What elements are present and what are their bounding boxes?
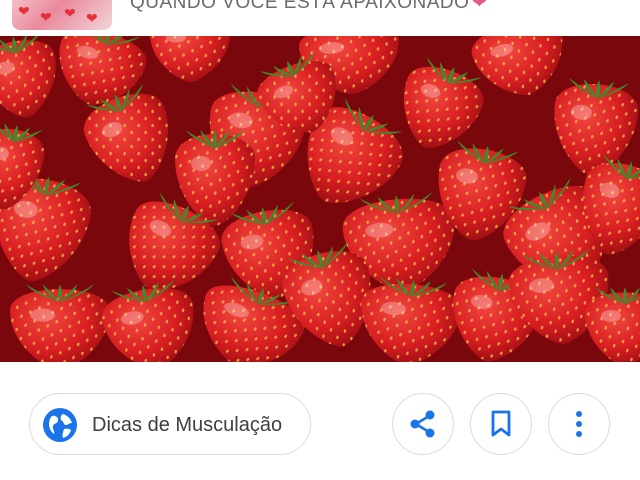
bookmark-icon	[491, 410, 511, 437]
strawberries-image	[0, 36, 640, 362]
heart-icon: ❤	[64, 5, 76, 21]
share-button[interactable]	[392, 393, 454, 455]
more-vert-icon	[576, 411, 582, 437]
more-options-button[interactable]	[548, 393, 610, 455]
post-image[interactable]	[0, 36, 640, 362]
bookmark-button[interactable]	[470, 393, 532, 455]
post-title: QUANDO VOCÊ ESTÁ APAIXONADO ❤	[130, 0, 488, 14]
post-header: ❤ ❤ ❤ ❤ QUANDO VOCÊ ESTÁ APAIXONADO ❤	[0, 0, 640, 36]
source-chip[interactable]: Dicas de Musculação	[29, 393, 311, 455]
heart-icon: ❤	[471, 0, 488, 13]
avatar[interactable]: ❤ ❤ ❤ ❤	[12, 0, 112, 30]
globe-icon	[43, 408, 77, 442]
heart-icon: ❤	[86, 10, 98, 26]
share-icon	[410, 410, 435, 438]
heart-icon: ❤	[18, 3, 30, 19]
post-actions-bar: Dicas de Musculação	[0, 362, 640, 480]
post-title-text: QUANDO VOCÊ ESTÁ APAIXONADO	[130, 0, 470, 13]
heart-icon: ❤	[40, 9, 52, 25]
source-chip-label: Dicas de Musculação	[92, 414, 283, 436]
